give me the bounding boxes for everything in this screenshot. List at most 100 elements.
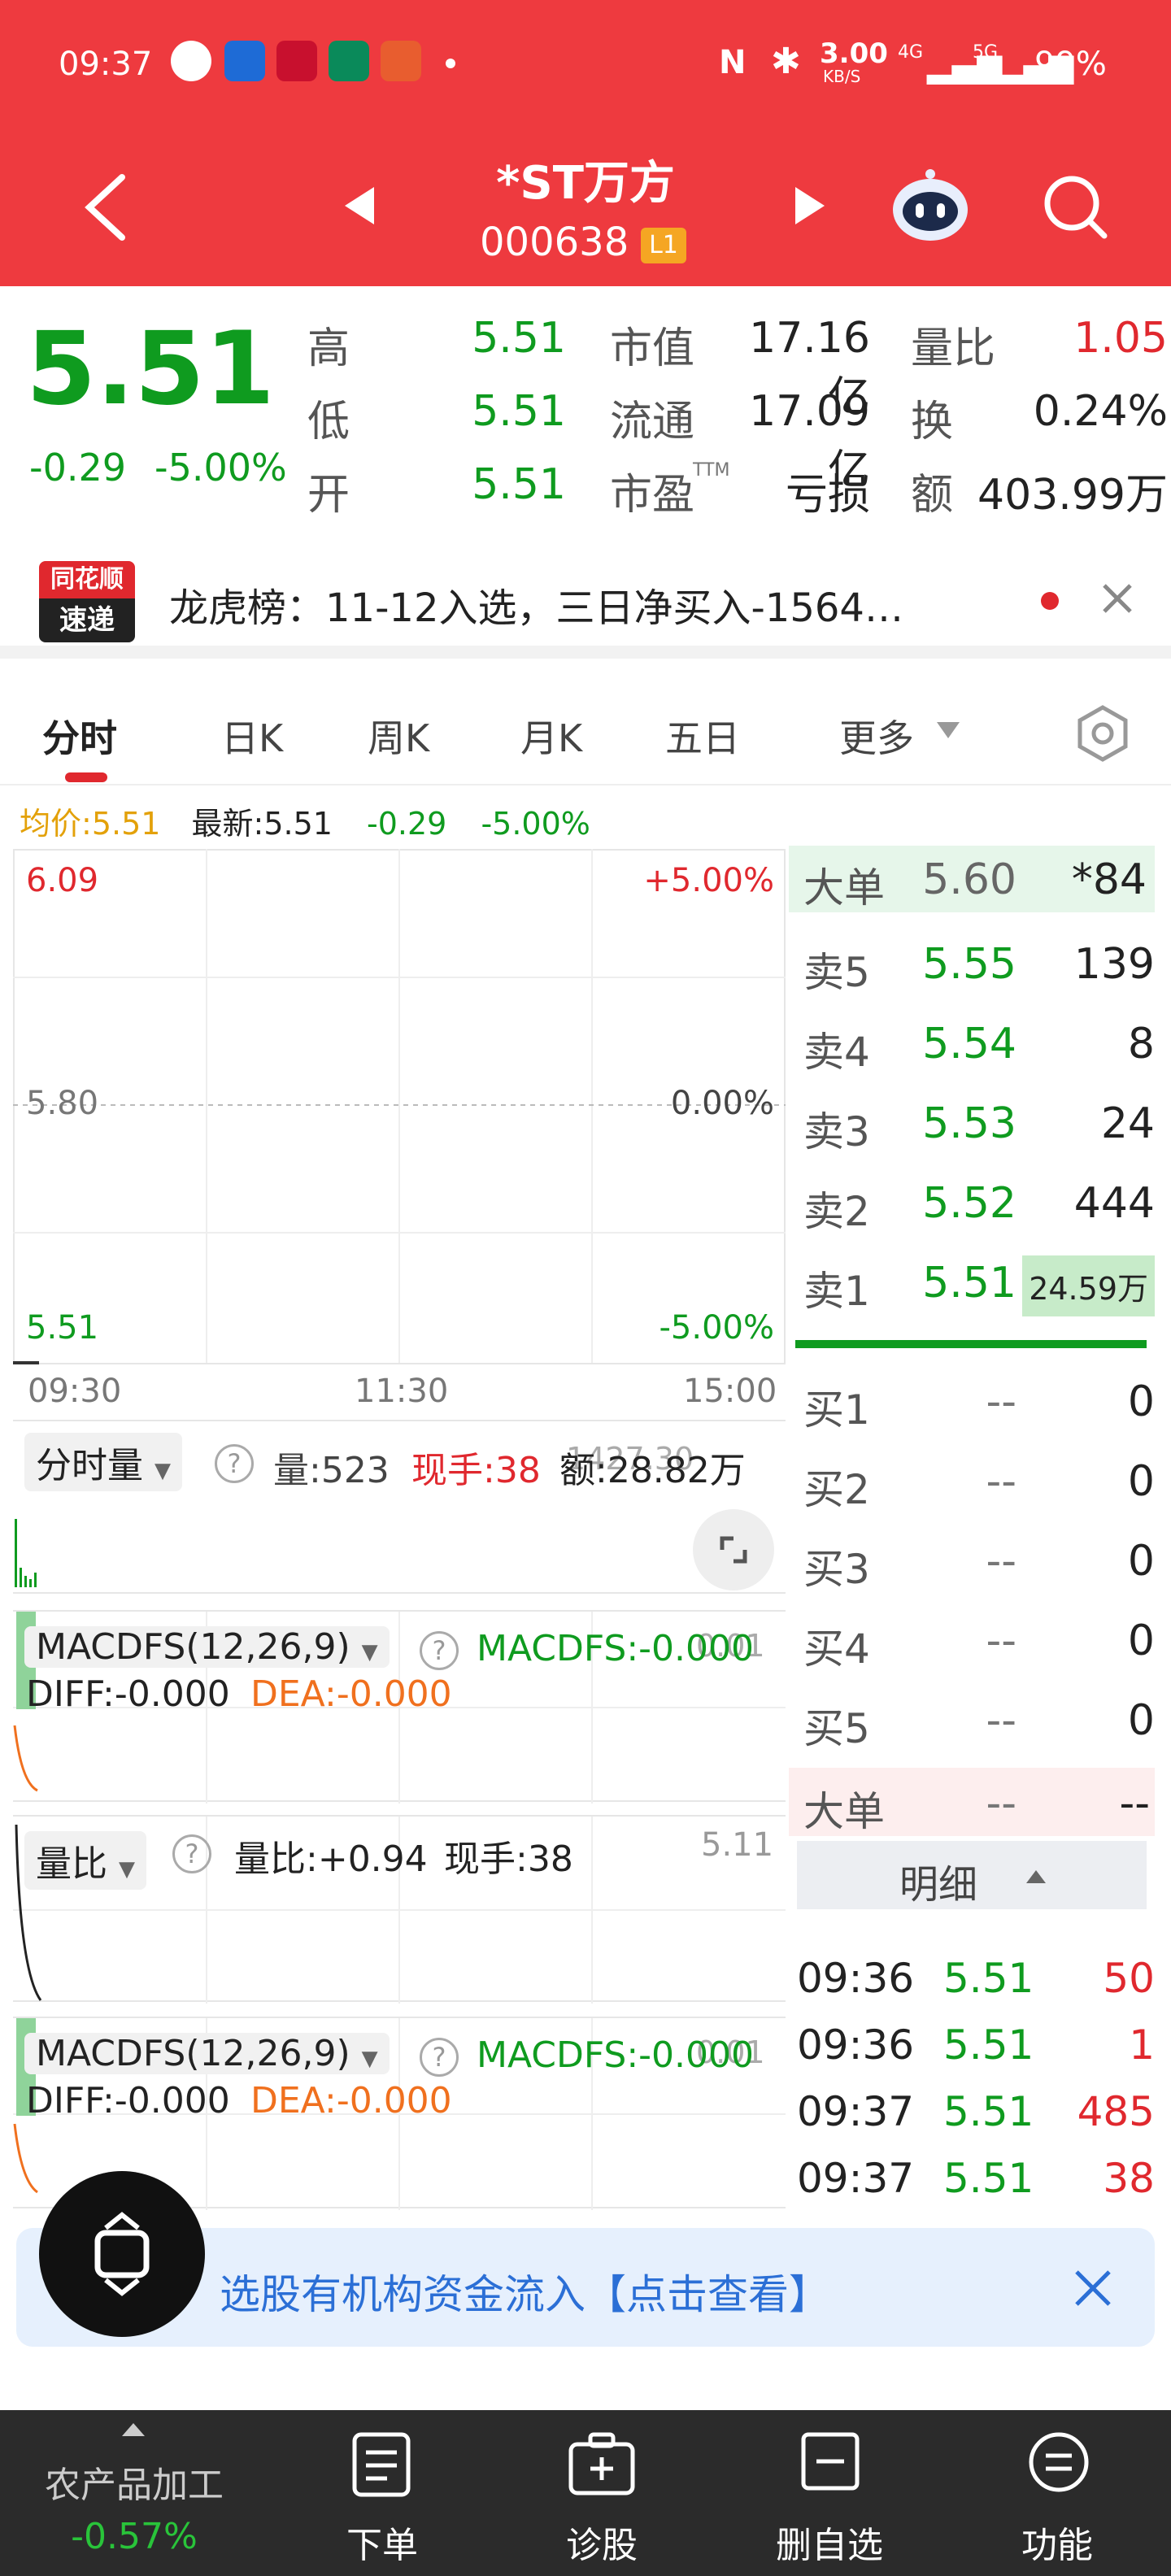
ask-label: 卖5 [803,949,870,996]
bid-label: 买5 [803,1705,870,1752]
big-order-price: -- [986,1779,1016,1828]
remove-watchlist-button[interactable]: 删自选 [756,2410,903,2576]
vr-indicator-selector[interactable]: 量比 ▼ [24,1831,146,1890]
big-order-row-2: 大单 -- -- [789,1768,1155,1836]
turnover-value: 0.24% [1033,387,1168,436]
ask-label: 卖3 [803,1108,870,1155]
detail-toggle[interactable]: 明细 [797,1841,1147,1909]
header: 09:37 N ✱ 3.00 KB/S 4G ▂▄▆ 5G ▂▄▆ 99% *S… [0,0,1171,286]
switch-icon [94,2212,150,2296]
macd-indicator-selector[interactable]: MACDFS(12,26,9) ▼ [24,1626,390,1668]
price-axis-bottom: 5.51 [26,1309,99,1347]
ask-row-5: 卖5 5.55 139 [789,925,1155,1003]
ths-logo: 同花顺 速递 [39,561,135,642]
trade-volume: 38 [1103,2155,1155,2202]
diagnose-button[interactable]: 诊股 [529,2410,675,2576]
time-axis-end: 15:00 [683,1373,777,1410]
volume-ratio-value: 1.05 [1073,314,1168,363]
news-text[interactable]: 龙虎榜：11-12入选，三日净买入-1564… [169,576,903,633]
big-order-price: 5.60 [922,855,1016,904]
volume-indicator-selector[interactable]: 分时量 ▼ [24,1433,182,1491]
stock-code: 000638 [480,220,629,265]
floating-toggle-button[interactable] [39,2171,205,2337]
remove-watchlist-label: 删自选 [776,2525,883,2566]
bid-row-3: 买3 -- 0 [789,1522,1155,1600]
macd-indicator-selector[interactable]: MACDFS(12,26,9) ▼ [24,2033,390,2074]
help-icon[interactable]: ? [420,2038,459,2077]
app-icon [224,41,265,81]
next-stock-icon[interactable] [792,184,828,228]
tab-weekly-k[interactable]: 周K [368,709,429,763]
chip-label: MACDFS(12,26,9) [36,2033,350,2074]
chevron-down-icon: ▼ [155,1459,171,1483]
tab-more[interactable]: 更多 [839,709,914,763]
ask-label: 卖2 [803,1188,870,1235]
ask-volume: 444 [1073,1179,1155,1228]
ask-price: 5.54 [922,1020,1016,1068]
open-label: 开 [307,471,350,520]
bid-volume: 0 [1127,1377,1155,1426]
chevron-up-icon [122,2423,145,2436]
place-order-button[interactable]: 下单 [309,2410,455,2576]
banner-text[interactable]: 选股有机构资金流入【点击查看】 [220,2262,829,2321]
pct-axis-top: +5.00% [643,862,774,899]
prev-stock-icon[interactable] [342,184,377,228]
signal-type-2: 5G [973,42,999,63]
back-arrow-icon[interactable] [81,171,130,244]
trade-volume: 485 [1077,2088,1155,2135]
trade-price: 5.51 [943,2088,1034,2135]
net-speed: 3.00 [820,37,888,70]
ask-price: 5.51 [922,1259,1016,1308]
robot-assistant-icon[interactable] [890,166,971,247]
trade-volume: 50 [1103,1955,1155,2002]
trade-row: 09:37 5.51 38 [797,2143,1155,2210]
help-icon[interactable]: ? [215,1444,254,1483]
turnover-label: 换 [911,398,954,446]
amount-label: 额 [911,471,954,520]
help-icon[interactable]: ? [420,1631,459,1670]
bid-volume: 0 [1127,1537,1155,1586]
bid-label: 买4 [803,1625,870,1673]
vr-value: 量比:+0.94 [234,1838,428,1880]
bid-label: 买3 [803,1546,870,1593]
tab-monthly-k[interactable]: 月K [520,709,582,763]
help-icon[interactable]: ? [172,1834,211,1873]
tab-daily-k[interactable]: 日K [221,709,283,763]
sector-button[interactable]: 农产品加工 -0.57% [0,2410,268,2576]
time-axis-start: 09:30 [28,1373,122,1410]
fullscreen-button[interactable] [693,1509,774,1590]
macd-value: MACDFS:-0.000 [477,1628,755,1669]
bid-price: -- [986,1537,1016,1586]
mcap-label: 市值 [610,324,695,373]
wechat-icon [171,41,211,81]
pe-value: 亏损 [785,471,870,520]
bid-volume: 0 [1127,1457,1155,1506]
functions-button[interactable]: 功能 [984,2410,1130,2576]
big-order-volume: -- [1119,1779,1150,1828]
close-icon[interactable] [1073,2269,1112,2308]
tab-five-day[interactable]: 五日 [665,709,740,763]
search-icon[interactable] [1041,172,1109,241]
amount-value: 额:28.82万 [559,1450,746,1491]
unread-dot-icon [1041,592,1059,610]
pe-ttm-sup: TTM [693,460,730,481]
high-label: 高 [307,324,350,373]
trade-volume: 1 [1129,2021,1155,2069]
close-icon[interactable] [1101,582,1134,615]
big-order-row: 大单 5.60 *84 [789,846,1155,912]
volume-ratio-label: 量比 [911,324,996,373]
functions-label: 功能 [1021,2525,1093,2566]
diagnose-kit-icon [568,2432,635,2496]
vr-current-hand: 现手:38 [444,1838,573,1880]
chevron-down-icon: ▼ [361,2047,378,2071]
ask-volume: 24 [1100,1099,1155,1148]
high-value: 5.51 [472,314,566,363]
settings-icon[interactable] [1073,704,1132,763]
price-axis-mid: 5.80 [26,1085,99,1122]
news-ticker[interactable]: 同花顺 速递 龙虎榜：11-12入选，三日净买入-1564… [0,537,1171,659]
intraday-chart[interactable]: 6.09 +5.00% 5.80 0.00% 5.51 -5.00% 09:30… [13,849,786,1410]
trade-time: 09:37 [797,2088,915,2135]
tab-intraday[interactable]: 分时 [42,709,117,763]
chip-label: 量比 [36,1843,107,1885]
stock-name: *ST万方 [496,157,675,210]
